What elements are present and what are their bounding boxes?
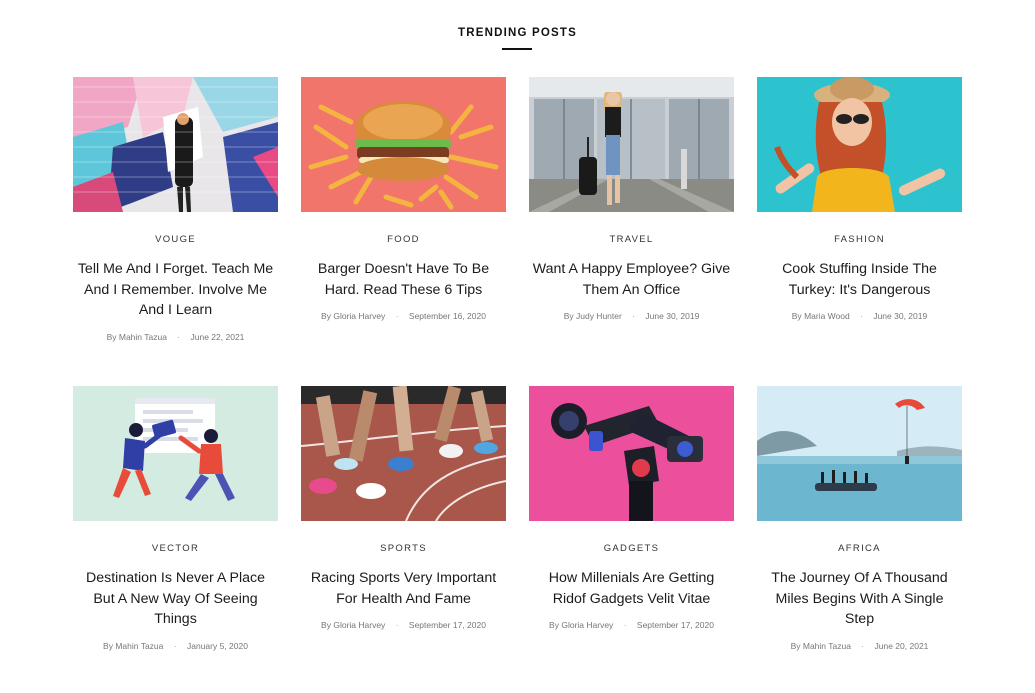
post-author[interactable]: Gloria Harvey (561, 620, 613, 630)
post-card: GADGETS How Millenials Are Getting Ridof… (529, 386, 734, 630)
meta-separator: · (860, 311, 863, 321)
vector-illustration-image (73, 386, 278, 521)
post-meta: By Mahin Tazua · January 5, 2020 (73, 641, 278, 651)
meta-separator: · (395, 311, 399, 321)
by-label: By (549, 620, 559, 630)
sports-track-image (301, 386, 506, 521)
meta-separator: · (632, 311, 636, 321)
post-thumbnail-gadgets[interactable] (529, 386, 734, 521)
post-author[interactable]: Judy Hunter (576, 311, 622, 321)
post-thumbnail-burger[interactable] (301, 77, 506, 212)
post-category[interactable]: TRAVEL (529, 234, 734, 245)
post-date: June 20, 2021 (874, 640, 929, 651)
post-card: AFRICA The Journey Of A Thousand Miles B… (757, 386, 962, 651)
post-thumbnail-africa[interactable] (757, 386, 962, 521)
post-meta: By Gloria Harvey · September 16, 2020 (301, 311, 506, 321)
post-card: VOUGE Tell Me And I Forget. Teach Me And… (73, 77, 278, 342)
section-title: TRENDING POSTS (457, 27, 578, 39)
burger-image (301, 77, 506, 212)
post-meta: By Gloria Harvey · September 17, 2020 (529, 620, 734, 630)
post-category[interactable]: VOUGE (73, 234, 278, 245)
post-date: September 17, 2020 (408, 620, 486, 630)
post-card: VECTOR Destination Is Never A Place But … (73, 386, 278, 651)
post-title[interactable]: Destination Is Never A Place But A New W… (73, 568, 278, 630)
post-title[interactable]: How Millenials Are Getting Ridof Gadgets… (529, 568, 734, 609)
post-category[interactable]: SPORTS (301, 543, 506, 554)
post-category[interactable]: FOOD (301, 234, 506, 245)
by-label: By (321, 620, 331, 630)
post-card: FOOD Barger Doesn't Have To Be Hard. Rea… (301, 77, 506, 321)
post-category[interactable]: GADGETS (529, 543, 734, 554)
post-title[interactable]: Racing Sports Very Important For Health … (301, 568, 506, 609)
post-date: June 30, 2019 (873, 311, 928, 321)
street-art-image (73, 77, 278, 212)
by-label: By (103, 640, 113, 651)
post-title[interactable]: Tell Me And I Forget. Teach Me And I Rem… (73, 259, 278, 321)
post-author[interactable]: Mahin Tazua (115, 641, 163, 651)
fashion-image (757, 77, 962, 212)
meta-separator: · (177, 331, 181, 342)
post-date: September 17, 2020 (636, 620, 714, 630)
by-label: By (563, 311, 574, 321)
post-category[interactable]: VECTOR (73, 543, 278, 554)
post-title[interactable]: Barger Doesn't Have To Be Hard. Read The… (301, 259, 506, 300)
post-author[interactable]: Maria Wood (804, 311, 850, 321)
post-date: June 22, 2021 (190, 331, 245, 342)
post-date: January 5, 2020 (186, 640, 248, 651)
post-title[interactable]: Want A Happy Employee? Give Them An Offi… (529, 259, 734, 300)
by-label: By (790, 640, 801, 651)
by-label: By (106, 331, 117, 342)
travel-image (529, 77, 734, 212)
post-thumbnail-fashion[interactable] (757, 77, 962, 212)
meta-separator: · (861, 640, 865, 651)
post-author[interactable]: Gloria Harvey (333, 620, 385, 630)
meta-separator: · (395, 620, 399, 630)
post-thumbnail-vector[interactable] (73, 386, 278, 521)
post-thumbnail-sports[interactable] (301, 386, 506, 521)
post-meta: By Judy Hunter · June 30, 2019 (529, 311, 734, 321)
post-card: SPORTS Racing Sports Very Important For … (301, 386, 506, 630)
post-date: September 16, 2020 (408, 311, 486, 321)
meta-separator: · (173, 640, 177, 651)
post-title[interactable]: Cook Stuffing Inside The Turkey: It's Da… (757, 259, 962, 300)
by-label: By (321, 311, 331, 321)
post-meta: By Gloria Harvey · September 17, 2020 (301, 620, 506, 630)
post-thumbnail-travel[interactable] (529, 77, 734, 212)
post-title[interactable]: The Journey Of A Thousand Miles Begins W… (757, 568, 962, 630)
post-card: TRAVEL Want A Happy Employee? Give Them … (529, 77, 734, 321)
post-category[interactable]: FASHION (757, 234, 962, 245)
meta-separator: · (623, 620, 627, 630)
gimbal-gadget-image (529, 386, 734, 521)
post-author[interactable]: Gloria Harvey (333, 311, 385, 321)
post-meta: By Mahin Tazua · June 22, 2021 (73, 332, 278, 342)
post-card: FASHION Cook Stuffing Inside The Turkey:… (757, 77, 962, 321)
post-category[interactable]: AFRICA (757, 543, 962, 554)
sea-kite-image (757, 386, 962, 521)
post-date: June 30, 2019 (645, 311, 700, 321)
by-label: By (791, 311, 802, 321)
post-author[interactable]: Mahin Tazua (803, 641, 851, 651)
post-meta: By Maria Wood · June 30, 2019 (757, 311, 962, 321)
post-author[interactable]: Mahin Tazua (119, 332, 167, 342)
post-meta: By Mahin Tazua · June 20, 2021 (757, 641, 962, 651)
title-underline (502, 48, 532, 50)
post-thumbnail-street-art[interactable] (73, 77, 278, 212)
